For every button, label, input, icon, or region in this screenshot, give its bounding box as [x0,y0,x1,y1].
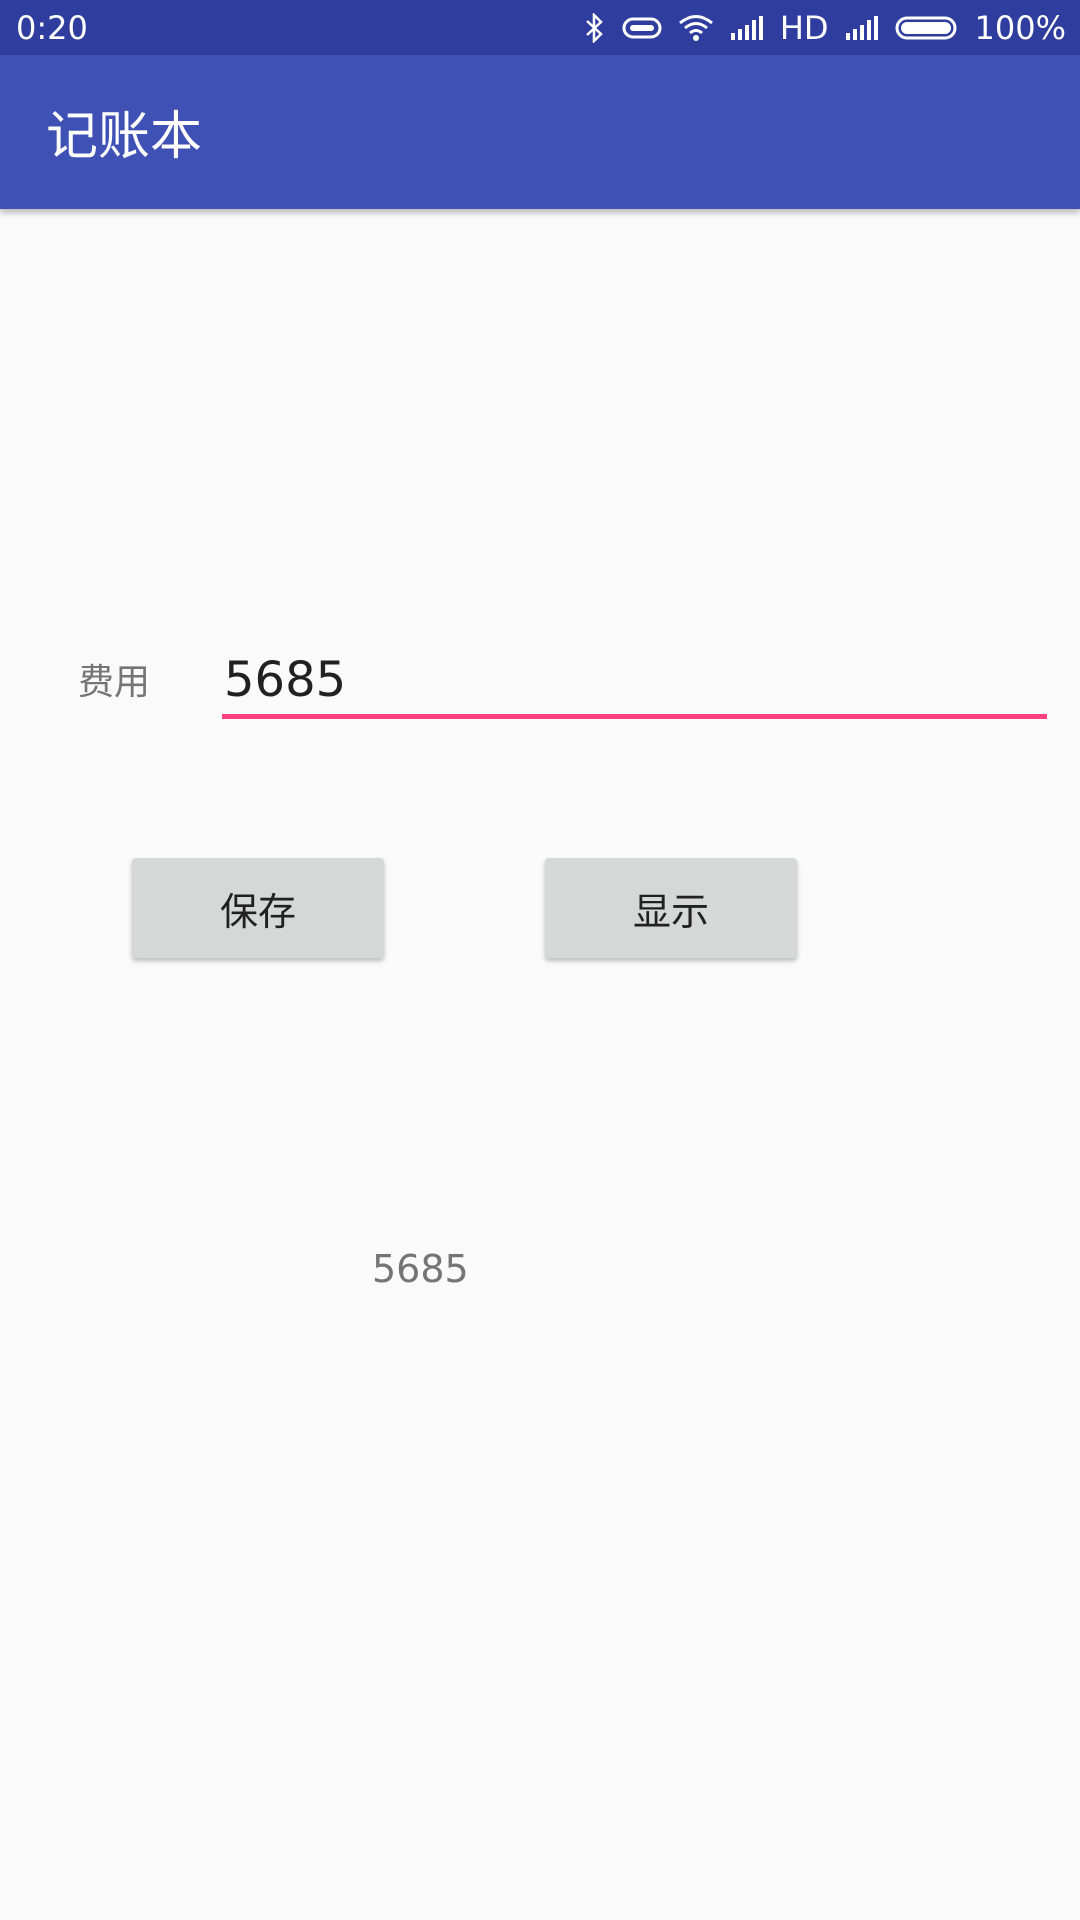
status-bar: 0:20 HD 100% [0,0,1080,55]
battery-icon [895,15,959,41]
fee-input[interactable] [222,645,1047,719]
status-icons: HD 100% [584,6,1066,50]
app-title: 记账本 [46,107,203,167]
wifi-icon [678,14,714,42]
signal-icon [845,15,879,41]
signal-icon [730,15,764,41]
status-time: 0:20 [16,9,88,47]
network-type: HD [779,9,829,47]
fee-label: 费用 [78,662,151,703]
result-text: 5685 [372,1247,469,1291]
bluetooth-icon [584,13,606,43]
save-button[interactable]: 保存 [132,858,384,958]
battery-level: 100% [974,9,1066,47]
show-button[interactable]: 显示 [545,858,797,958]
link-icon [622,15,662,41]
app-bar: 记账本 [0,55,1080,209]
